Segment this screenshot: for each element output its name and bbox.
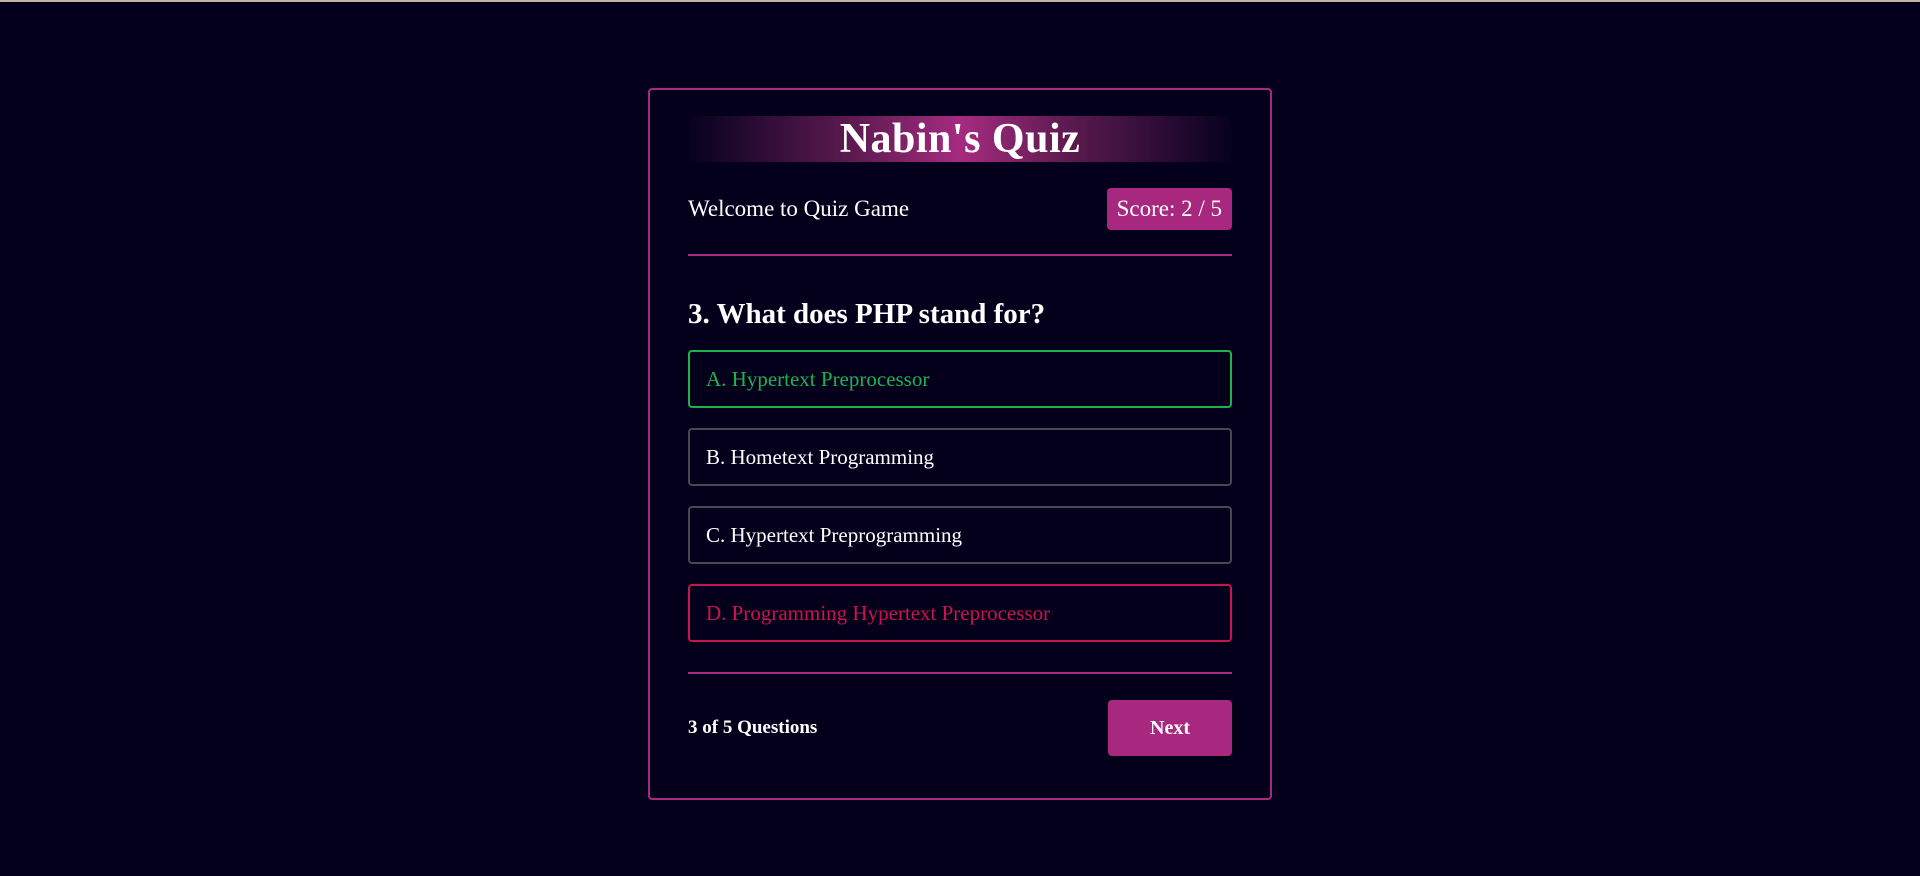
score-badge: Score: 2 / 5	[1106, 188, 1232, 230]
quiz-card: Nabin's Quiz Welcome to Quiz Game Score:…	[648, 88, 1272, 800]
app-title: Nabin's Quiz	[839, 116, 1081, 162]
option-a[interactable]: A. Hypertext Preprocessor	[688, 350, 1232, 408]
question-text: 3. What does PHP stand for?	[688, 298, 1046, 330]
title-banner: Nabin's Quiz	[688, 116, 1232, 162]
quiz-footer: 3 of 5 Questions Next	[688, 700, 1232, 756]
option-c[interactable]: C. Hypertext Preprogramming	[688, 506, 1232, 564]
header-divider	[688, 254, 1232, 256]
answer-options: A. Hypertext Preprocessor B. Hometext Pr…	[688, 350, 1232, 642]
quiz-header: Welcome to Quiz Game Score: 2 / 5	[688, 188, 1232, 230]
welcome-text: Welcome to Quiz Game	[688, 196, 910, 221]
option-d[interactable]: D. Programming Hypertext Preprocessor	[688, 584, 1232, 642]
top-edge-line	[0, 0, 1920, 2]
footer-divider	[688, 672, 1232, 674]
question-progress: 3 of 5 Questions	[688, 717, 818, 738]
next-button[interactable]: Next	[1108, 700, 1232, 756]
option-b[interactable]: B. Hometext Programming	[688, 428, 1232, 486]
